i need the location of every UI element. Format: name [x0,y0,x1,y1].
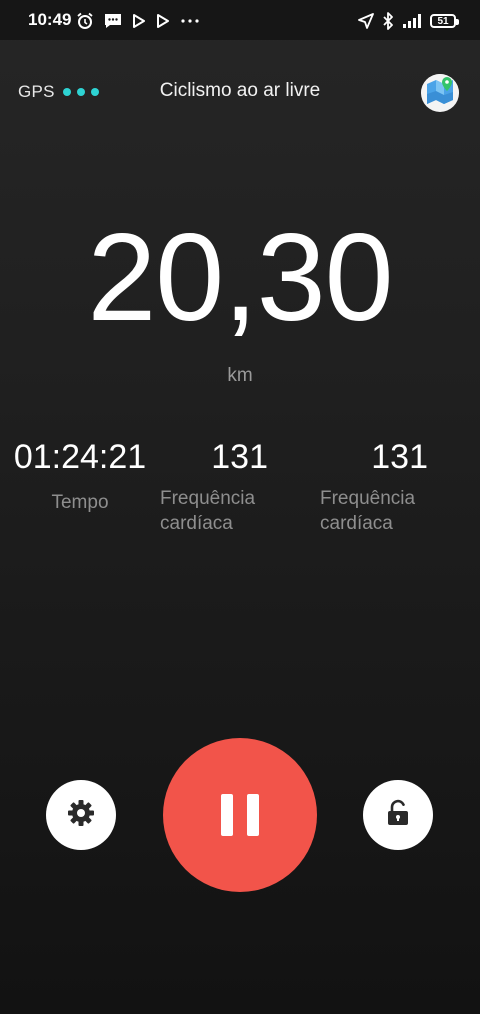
stat-heart-rate: 131 Frequência cardíaca [160,440,270,536]
status-notification-icons [76,11,200,31]
distance-unit: km [227,365,253,386]
bluetooth-icon [382,12,394,30]
pause-button[interactable] [163,738,317,892]
more-dots-icon [180,18,200,24]
play-store-icon [156,14,170,28]
map-icon [421,74,459,112]
signal-icon [402,13,422,29]
status-system-icons: 51 [358,11,459,31]
unlock-icon [385,799,411,832]
alarm-icon [76,12,94,30]
settings-button[interactable] [46,780,116,850]
status-time: 10:49 [28,10,72,29]
page-title: Ciclismo ao ar livre [159,80,321,101]
stat-time-label: Tempo [51,492,109,513]
gear-icon [66,798,96,833]
distance-value: 20,30 [87,209,393,347]
lock-button[interactable] [363,780,433,850]
workout-screen: 10:49 51 GPS Ciclismo ao ar livre 20,30 … [0,0,480,1014]
stat-heart-rate-label: Frequência cardíaca [160,488,256,534]
pause-bar-left [221,794,233,836]
pause-icon [221,794,259,836]
status-bar: 10:49 51 [0,0,480,40]
stat-time: 01:24:21 Tempo [12,440,148,515]
stat-heart-rate-2-value: 131 [371,438,428,476]
pause-bar-right [247,794,259,836]
play-store-icon [132,14,146,28]
message-icon [104,13,122,29]
stat-heart-rate-2-label: Frequência cardíaca [320,488,416,534]
stat-time-value: 01:24:21 [13,438,147,476]
stat-heart-rate-value: 131 [211,438,268,476]
stat-heart-rate-2: 131 Frequência cardíaca [320,440,430,536]
battery-level: 51 [437,15,449,27]
location-arrow-icon [358,13,374,29]
battery-icon: 51 [430,14,459,28]
map-button[interactable] [421,74,459,112]
